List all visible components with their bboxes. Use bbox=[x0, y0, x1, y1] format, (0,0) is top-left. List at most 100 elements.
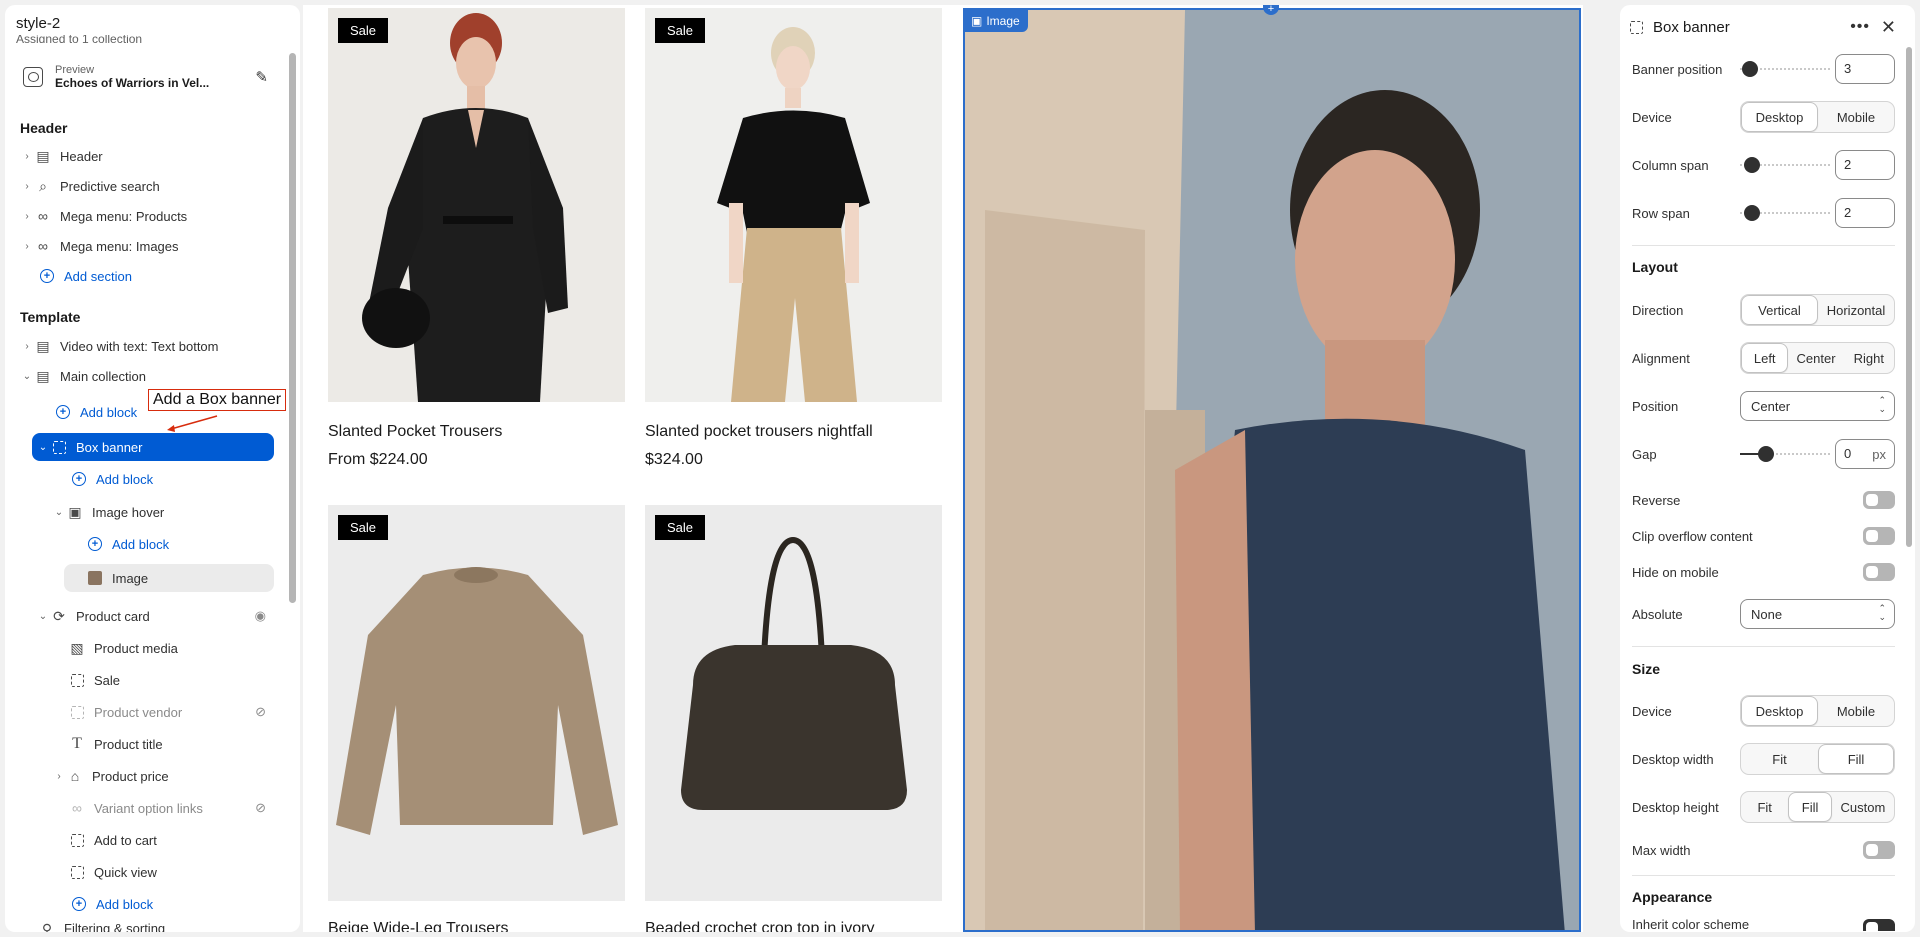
max-width-toggle[interactable] bbox=[1863, 841, 1895, 859]
add-block-button[interactable]: + Add block bbox=[54, 398, 137, 426]
box-icon bbox=[70, 865, 84, 879]
slider-knob[interactable] bbox=[1742, 61, 1758, 77]
tree-item-variant-option-links[interactable]: ∞ Variant option links ⊘ bbox=[68, 794, 274, 822]
preview-canvas: Sale Slanted Pocket Trousers From $224.0… bbox=[303, 5, 1583, 932]
slider-knob[interactable] bbox=[1744, 205, 1760, 221]
chevron-down-icon[interactable]: ⌄ bbox=[36, 611, 50, 622]
gap-slider[interactable] bbox=[1740, 446, 1830, 462]
eye-hidden-icon[interactable]: ⊘ bbox=[255, 704, 266, 720]
tree-item-product-media[interactable]: ▧ Product media bbox=[68, 634, 177, 662]
close-icon[interactable]: ✕ bbox=[1881, 17, 1896, 38]
product-card[interactable]: Sale Slanted Pocket Trousers From $224.0… bbox=[328, 8, 625, 478]
height-fill-option[interactable]: Fill bbox=[1788, 792, 1832, 822]
product-image[interactable]: Sale bbox=[328, 505, 625, 901]
sidebar-scrollbar[interactable] bbox=[289, 53, 296, 603]
block-tag-image[interactable]: ▣ Image bbox=[963, 10, 1028, 32]
hide-on-mobile-toggle[interactable] bbox=[1863, 563, 1895, 581]
clip-overflow-toggle[interactable] bbox=[1863, 527, 1895, 545]
chevron-right-icon[interactable]: › bbox=[20, 151, 34, 162]
tree-item-predictive-search[interactable]: › ⌕ Predictive search bbox=[20, 172, 159, 200]
chevron-down-icon[interactable]: ⌄ bbox=[36, 442, 50, 453]
width-fill-option[interactable]: Fill bbox=[1817, 744, 1894, 774]
box-icon bbox=[70, 833, 84, 847]
height-custom-option[interactable]: Custom bbox=[1832, 792, 1894, 822]
tree-item-video-with-text[interactable]: › ▤ Video with text: Text bottom bbox=[20, 332, 218, 360]
tree-item-product-card[interactable]: ⌄ ⟳ Product card ◉ bbox=[36, 602, 274, 630]
tree-item-mega-menu-products[interactable]: › ∞ Mega menu: Products bbox=[20, 202, 187, 230]
sale-badge: Sale bbox=[655, 18, 706, 43]
absolute-select[interactable]: None ⌃ ⌄ bbox=[1740, 599, 1895, 629]
height-fit-option[interactable]: Fit bbox=[1741, 792, 1788, 822]
product-card[interactable]: Sale Beige Wide-Leg Trousers bbox=[328, 505, 625, 932]
chevron-right-icon[interactable]: › bbox=[20, 211, 34, 222]
tree-item-image[interactable]: Image bbox=[64, 564, 274, 592]
chevron-right-icon[interactable]: › bbox=[52, 771, 66, 782]
product-card[interactable]: Sale Beaded crochet crop top in ivory bbox=[645, 505, 942, 932]
device-desktop-option[interactable]: Desktop bbox=[1741, 102, 1818, 132]
tree-item-product-title[interactable]: T Product title bbox=[68, 730, 163, 758]
product-title[interactable]: Beaded crochet crop top in ivory bbox=[645, 920, 874, 932]
row-span-slider[interactable] bbox=[1740, 205, 1830, 221]
tree-item-header[interactable]: › ▤ Header bbox=[20, 142, 102, 170]
product-title[interactable]: Slanted pocket trousers nightfall bbox=[645, 423, 873, 441]
reverse-toggle[interactable] bbox=[1863, 491, 1895, 509]
product-price: $324.00 bbox=[645, 451, 703, 468]
tree-item-label: Box banner bbox=[76, 439, 143, 455]
banner-position-slider[interactable] bbox=[1740, 61, 1830, 77]
chevron-down-icon[interactable]: ⌄ bbox=[20, 371, 34, 382]
add-section-button[interactable]: + Add section bbox=[38, 262, 132, 290]
tree-item-product-price[interactable]: › ⌂ Product price bbox=[52, 762, 168, 790]
tree-item-quick-view[interactable]: Quick view bbox=[68, 858, 157, 886]
product-image[interactable]: Sale bbox=[645, 8, 942, 402]
product-image[interactable]: Sale bbox=[328, 8, 625, 402]
inherit-color-toggle[interactable] bbox=[1863, 919, 1895, 931]
product-card[interactable]: Sale Slanted pocket trousers nightfall $… bbox=[645, 8, 942, 478]
sale-badge: Sale bbox=[338, 18, 389, 43]
product-title[interactable]: Slanted Pocket Trousers bbox=[328, 423, 502, 441]
alignment-center-option[interactable]: Center bbox=[1788, 343, 1843, 373]
device-mobile-option[interactable]: Mobile bbox=[1818, 102, 1894, 132]
add-block-button[interactable]: + Add block bbox=[70, 890, 153, 918]
tree-item-mega-menu-images[interactable]: › ∞ Mega menu: Images bbox=[20, 232, 178, 260]
product-image[interactable]: Sale bbox=[645, 505, 942, 901]
direction-vertical-option[interactable]: Vertical bbox=[1741, 295, 1818, 325]
banner-position-input[interactable]: 3 bbox=[1835, 54, 1895, 84]
add-block-button[interactable]: + Add block bbox=[86, 530, 169, 558]
appearance-heading: Appearance bbox=[1632, 889, 1713, 905]
chevron-right-icon[interactable]: › bbox=[20, 341, 34, 352]
direction-horizontal-option[interactable]: Horizontal bbox=[1818, 295, 1894, 325]
alignment-right-option[interactable]: Right bbox=[1844, 343, 1894, 373]
preview-selector[interactable]: Preview Echoes of Warriors in Vel... ✎ bbox=[15, 57, 280, 97]
tree-item-box-banner[interactable]: ⌄ Box banner bbox=[32, 433, 274, 461]
panel-scrollbar[interactable] bbox=[1906, 47, 1912, 547]
tree-item-product-vendor[interactable]: Product vendor ⊘ bbox=[68, 698, 274, 726]
tree-item-sale[interactable]: Sale bbox=[68, 666, 120, 694]
slider-knob[interactable] bbox=[1744, 157, 1760, 173]
box-banner-image[interactable] bbox=[963, 8, 1581, 932]
width-fit-option[interactable]: Fit bbox=[1741, 744, 1818, 774]
tree-item-image-hover[interactable]: ⌄ ▣ Image hover bbox=[52, 498, 164, 526]
edit-pencil-icon[interactable]: ✎ bbox=[255, 68, 268, 86]
column-span-slider[interactable] bbox=[1740, 157, 1830, 173]
more-options-icon[interactable]: ••• bbox=[1850, 18, 1870, 36]
chevron-right-icon[interactable]: › bbox=[20, 241, 34, 252]
alignment-left-option[interactable]: Left bbox=[1741, 343, 1789, 373]
slider-knob[interactable] bbox=[1758, 446, 1774, 462]
setting-label: Reverse bbox=[1632, 492, 1681, 508]
tree-item-label: Add to cart bbox=[94, 832, 157, 848]
chevron-down-icon[interactable]: ⌄ bbox=[52, 507, 66, 518]
row-span-input[interactable]: 2 bbox=[1835, 198, 1895, 228]
chevron-right-icon[interactable]: › bbox=[20, 181, 34, 192]
eye-icon[interactable]: ◉ bbox=[255, 608, 266, 624]
gap-input[interactable]: 0 px bbox=[1835, 439, 1895, 469]
size-desktop-option[interactable]: Desktop bbox=[1741, 696, 1818, 726]
position-select[interactable]: Center ⌃ ⌄ bbox=[1740, 391, 1895, 421]
eye-hidden-icon[interactable]: ⊘ bbox=[255, 800, 266, 816]
size-mobile-option[interactable]: Mobile bbox=[1818, 696, 1894, 726]
product-title[interactable]: Beige Wide-Leg Trousers bbox=[328, 920, 509, 932]
tree-item-filtering[interactable]: ⚲ Filtering & sorting bbox=[38, 921, 165, 932]
tree-item-add-to-cart[interactable]: Add to cart bbox=[68, 826, 157, 854]
add-block-button[interactable]: + Add block bbox=[70, 465, 153, 493]
tree-item-main-collection[interactable]: ⌄ ▤ Main collection bbox=[20, 362, 146, 390]
column-span-input[interactable]: 2 bbox=[1835, 150, 1895, 180]
